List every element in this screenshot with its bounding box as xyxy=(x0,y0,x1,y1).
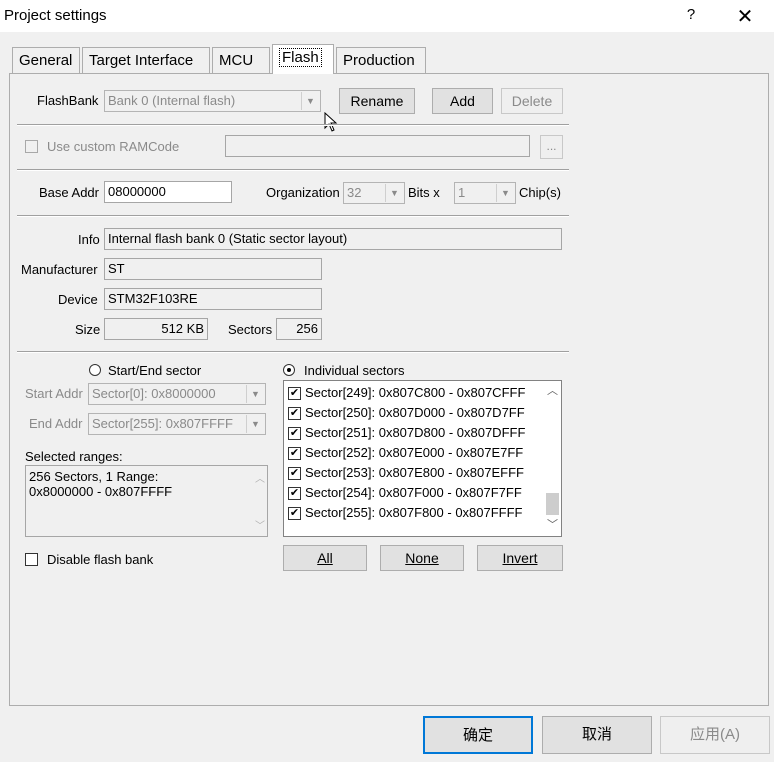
start-end-radio[interactable] xyxy=(89,364,101,376)
end-addr-select[interactable]: Sector[255]: 0x807FFFF ▼ xyxy=(88,413,266,435)
chevron-down-icon: ▼ xyxy=(246,385,264,403)
base-addr-input[interactable]: 08000000 xyxy=(104,181,232,203)
start-end-label: Start/End sector xyxy=(108,363,202,378)
size-field: 512 KB xyxy=(104,318,208,340)
chevron-down-icon: ▼ xyxy=(496,184,514,202)
manufacturer-label: Manufacturer xyxy=(21,262,98,277)
tab-flash-label: Flash xyxy=(279,48,322,67)
tab-target-interface[interactable]: Target Interface xyxy=(82,47,210,73)
selected-ranges-label: Selected ranges: xyxy=(25,449,123,464)
flashbank-select[interactable]: Bank 0 (Internal flash) ▼ xyxy=(104,90,321,112)
scrollbar-thumb[interactable] xyxy=(546,493,559,515)
individual-sectors-label: Individual sectors xyxy=(304,363,405,378)
invert-selection-button[interactable]: Invert xyxy=(477,545,563,571)
sector-checkbox[interactable]: ✔ xyxy=(288,407,301,420)
sectors-scrollbar[interactable]: ︿ ﹀ xyxy=(544,381,561,536)
sector-checkbox[interactable]: ✔ xyxy=(288,447,301,460)
ok-button[interactable]: 确定 xyxy=(423,716,533,754)
cancel-button[interactable]: 取消 xyxy=(542,716,652,754)
chevron-up-icon[interactable]: ︿ xyxy=(544,383,561,400)
start-addr-value: Sector[0]: 0x8000000 xyxy=(92,386,216,401)
base-addr-label: Base Addr xyxy=(39,185,99,200)
window-title: Project settings xyxy=(4,7,107,24)
close-button[interactable]: ✕ xyxy=(733,4,757,29)
device-label: Device xyxy=(58,292,98,307)
separator xyxy=(17,169,569,171)
sector-label: Sector[255]: 0x807F800 - 0x807FFFF xyxy=(305,505,523,520)
selected-ranges-box[interactable]: 256 Sectors, 1 Range: 0x8000000 - 0x807F… xyxy=(25,465,268,537)
disable-flash-bank-checkbox[interactable] xyxy=(25,553,38,566)
end-addr-value: Sector[255]: 0x807FFFF xyxy=(92,416,233,431)
chevron-down-icon: ▼ xyxy=(301,92,319,110)
tab-mcu[interactable]: MCU xyxy=(212,47,270,73)
select-all-button[interactable]: All xyxy=(283,545,367,571)
organization-select[interactable]: 32 ▼ xyxy=(343,182,405,204)
tab-flash[interactable]: Flash xyxy=(272,44,334,74)
organization-value: 32 xyxy=(347,185,362,200)
help-button[interactable]: ? xyxy=(683,6,699,23)
use-ramcode-checkbox[interactable] xyxy=(25,140,38,153)
chips-select[interactable]: 1 ▼ xyxy=(454,182,516,204)
sector-label: Sector[249]: 0x807C800 - 0x807CFFF xyxy=(305,385,526,400)
sectors-listbox[interactable]: ✔ Sector[249]: 0x807C800 - 0x807CFFF ✔ Sec… xyxy=(283,380,562,537)
chevron-down-icon: ▼ xyxy=(246,415,264,433)
start-addr-select[interactable]: Sector[0]: 0x8000000 ▼ xyxy=(88,383,266,405)
chevron-down-icon: ▼ xyxy=(385,184,403,202)
size-label: Size xyxy=(75,322,101,337)
sector-checkbox[interactable]: ✔ xyxy=(288,487,301,500)
separator xyxy=(17,351,569,353)
ramcode-browse-button[interactable]: ... xyxy=(540,135,563,159)
chevron-up-icon: ︿ xyxy=(255,474,265,485)
sectors-label: Sectors xyxy=(228,322,273,337)
ramcode-path-field[interactable] xyxy=(225,135,530,157)
flashbank-label: FlashBank xyxy=(37,93,99,108)
disable-flash-bank-label: Disable flash bank xyxy=(47,552,154,567)
sector-label: Sector[254]: 0x807F000 - 0x807F7FF xyxy=(305,485,522,500)
select-none-label: None xyxy=(405,550,439,566)
title-bar xyxy=(0,0,774,32)
sector-checkbox[interactable]: ✔ xyxy=(288,507,301,520)
sector-checkbox[interactable]: ✔ xyxy=(288,387,301,400)
sector-label: Sector[251]: 0x807D800 - 0x807DFFF xyxy=(305,425,526,440)
chevron-down-icon[interactable]: ﹀ xyxy=(544,517,561,534)
chips-label: Chip(s) xyxy=(519,185,561,200)
add-button[interactable]: Add xyxy=(432,88,493,114)
info-field: Internal flash bank 0 (Static sector lay… xyxy=(104,228,562,250)
selected-ranges-line: 256 Sectors, 1 Range: xyxy=(29,469,159,484)
chips-value: 1 xyxy=(458,185,466,200)
separator xyxy=(17,215,569,217)
sector-checkbox[interactable]: ✔ xyxy=(288,467,301,480)
flashbank-value: Bank 0 (Internal flash) xyxy=(108,93,236,108)
select-all-label: All xyxy=(317,550,333,566)
select-none-button[interactable]: None xyxy=(380,545,464,571)
sector-label: Sector[253]: 0x807E800 - 0x807EFFF xyxy=(305,465,524,480)
apply-button[interactable]: 应用(A) xyxy=(660,716,770,754)
tab-production[interactable]: Production xyxy=(336,47,426,73)
sector-label: Sector[252]: 0x807E000 - 0x807E7FF xyxy=(305,445,524,460)
use-ramcode-label: Use custom RAMCode xyxy=(47,139,180,154)
bits-label: Bits x xyxy=(408,185,440,200)
mouse-pointer-icon xyxy=(324,112,338,132)
device-field: STM32F103RE xyxy=(104,288,322,310)
info-label: Info xyxy=(78,232,100,247)
sector-label: Sector[250]: 0x807D000 - 0x807D7FF xyxy=(305,405,525,420)
end-addr-label: End Addr xyxy=(29,416,83,431)
rename-button[interactable]: Rename xyxy=(339,88,415,114)
manufacturer-field: ST xyxy=(104,258,322,280)
chevron-down-icon: ﹀ xyxy=(255,521,265,532)
invert-selection-label: Invert xyxy=(502,550,538,566)
tab-general[interactable]: General xyxy=(12,47,80,73)
organization-label: Organization xyxy=(266,185,340,200)
sectors-field: 256 xyxy=(276,318,322,340)
separator xyxy=(17,124,569,126)
start-addr-label: Start Addr xyxy=(25,386,83,401)
delete-button[interactable]: Delete xyxy=(501,88,563,114)
sector-checkbox[interactable]: ✔ xyxy=(288,427,301,440)
individual-sectors-radio[interactable] xyxy=(283,364,295,376)
selected-ranges-line: 0x8000000 - 0x807FFFF xyxy=(29,484,173,499)
